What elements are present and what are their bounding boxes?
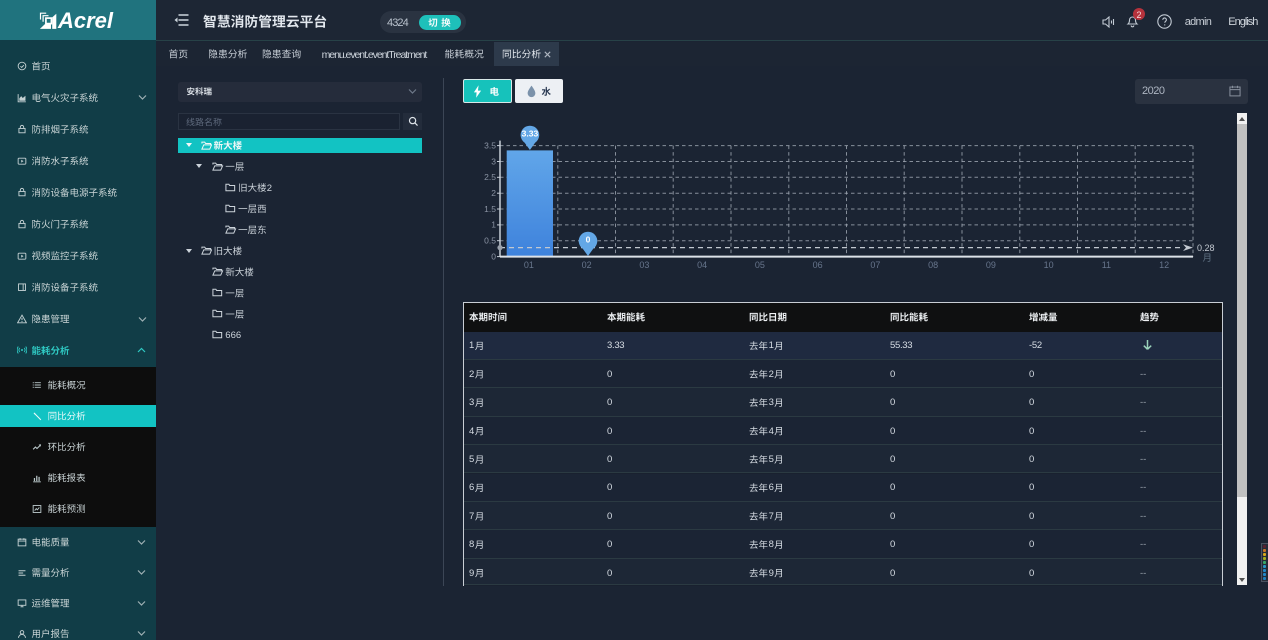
svg-text:0.28: 0.28 xyxy=(1197,243,1215,253)
svg-text:08: 08 xyxy=(928,260,938,270)
svg-text:07: 07 xyxy=(870,260,880,270)
svg-text:10: 10 xyxy=(1044,260,1054,270)
svg-text:09: 09 xyxy=(986,260,996,270)
svg-text:3: 3 xyxy=(491,156,496,166)
svg-text:0: 0 xyxy=(491,251,496,261)
svg-text:03: 03 xyxy=(639,260,649,270)
svg-text:05: 05 xyxy=(755,260,765,270)
svg-text:01: 01 xyxy=(524,260,534,270)
svg-text:12: 12 xyxy=(1159,260,1169,270)
svg-text:0: 0 xyxy=(586,234,591,244)
svg-text:06: 06 xyxy=(813,260,823,270)
svg-text:02: 02 xyxy=(582,260,592,270)
svg-text:3.33: 3.33 xyxy=(522,128,539,138)
svg-text:04: 04 xyxy=(697,260,707,270)
svg-text:1.5: 1.5 xyxy=(484,204,496,214)
svg-text:2: 2 xyxy=(491,188,496,198)
svg-text:3.5: 3.5 xyxy=(484,140,496,150)
svg-text:0.5: 0.5 xyxy=(484,236,496,246)
svg-text:1: 1 xyxy=(491,220,496,230)
svg-text:11: 11 xyxy=(1102,260,1111,270)
svg-text:2.5: 2.5 xyxy=(484,172,496,182)
